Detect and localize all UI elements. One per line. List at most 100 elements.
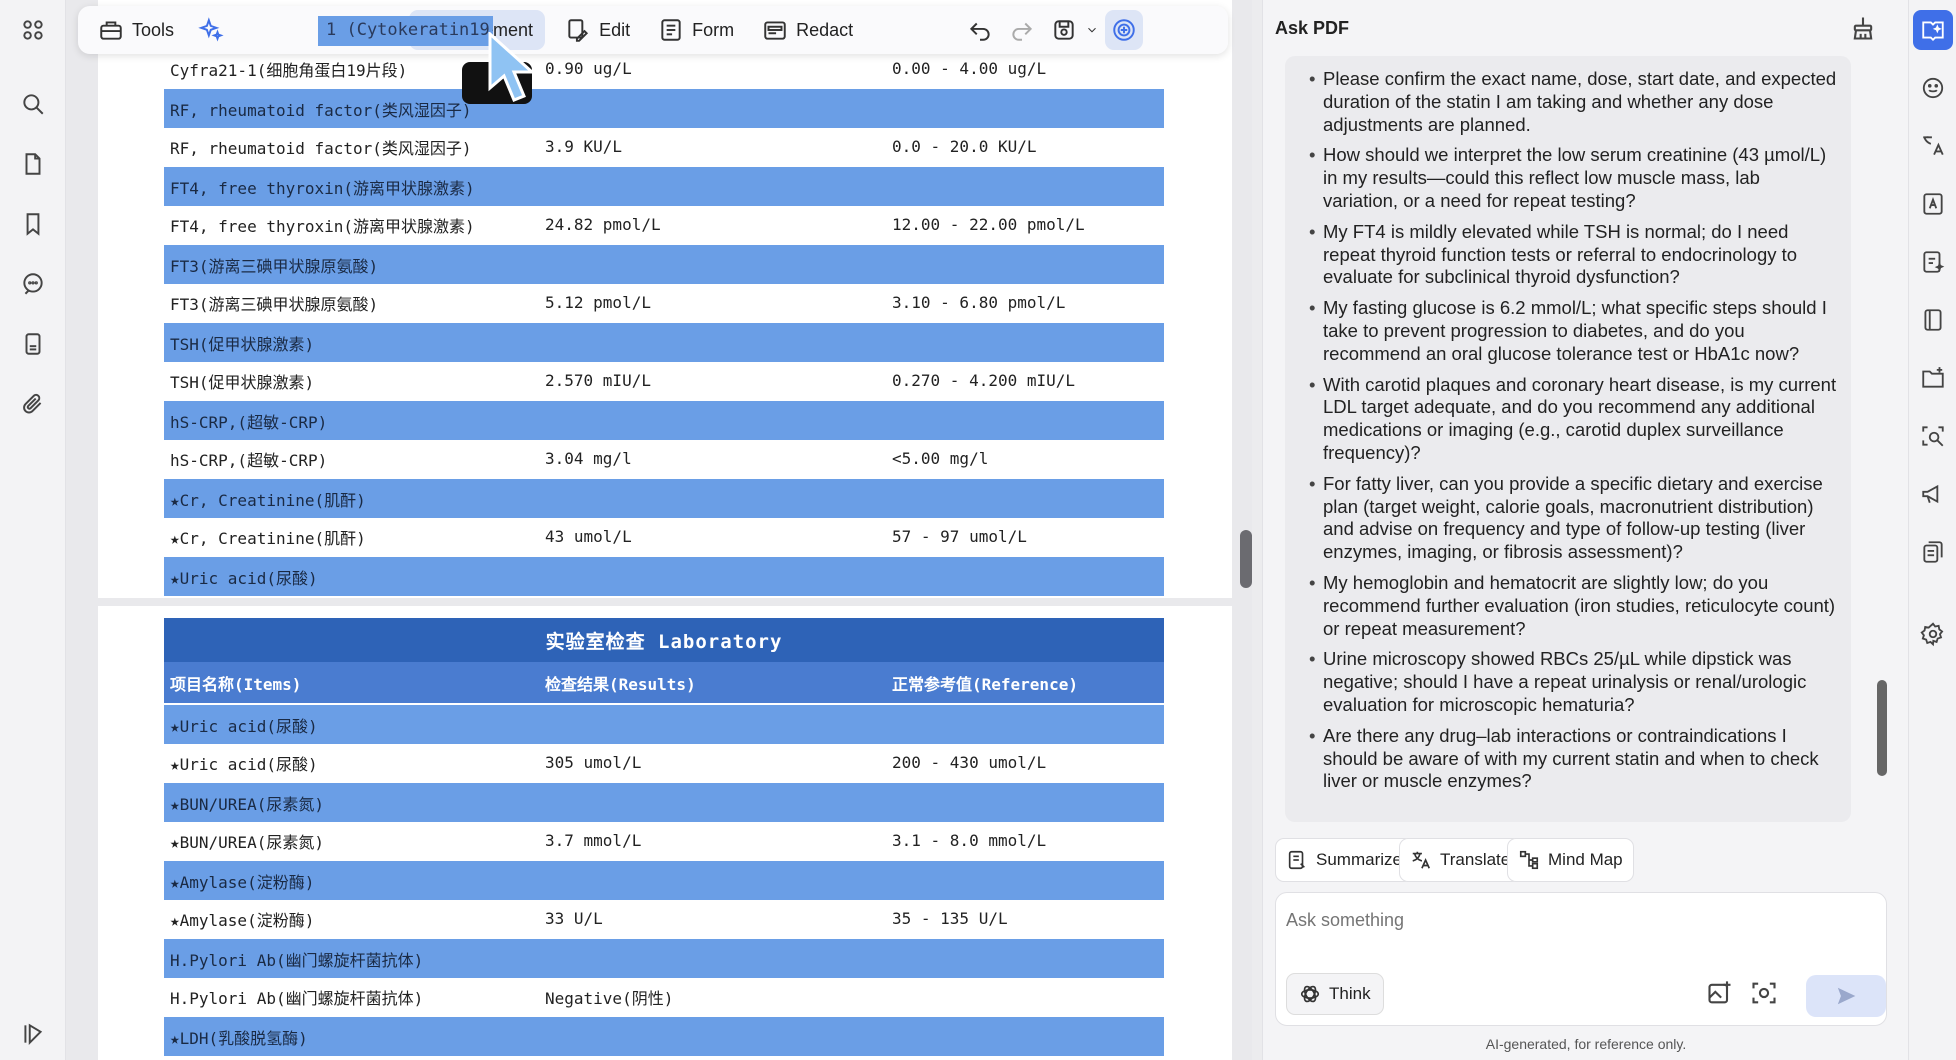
- megaphone-icon: [1922, 484, 1939, 504]
- sparkle-icon: [198, 17, 224, 42]
- table-header-row: 项目名称(Items) 检查结果(Results) 正常参考值(Referenc…: [164, 662, 1164, 704]
- redact-icon: [764, 21, 786, 40]
- test-name: ★Uric acid(尿酸): [164, 744, 539, 782]
- bookmark-icon[interactable]: [13, 204, 53, 244]
- document-stamp-icon[interactable]: [13, 324, 53, 364]
- undo-icon: [970, 22, 990, 41]
- test-name: ★BUN/UREA(尿素氮): [164, 822, 539, 860]
- page-thumbnail-icon[interactable]: [13, 144, 53, 184]
- save-button[interactable]: [1047, 10, 1103, 50]
- test-group-name: FT4, free thyroxin(游离甲状腺激素): [164, 165, 1164, 206]
- undo-button[interactable]: [959, 10, 1001, 50]
- apps-grid-icon[interactable]: [13, 10, 53, 50]
- edit-icon: [568, 19, 589, 42]
- test-name: RF, rheumatoid factor(类风湿因子): [164, 128, 539, 166]
- test-reference-range: [886, 978, 1164, 1016]
- redact-button[interactable]: Redact: [750, 10, 865, 50]
- sidebar-toggle-icon[interactable]: [13, 1014, 53, 1054]
- redo-button[interactable]: [1001, 10, 1043, 50]
- list-item: With carotid plaques and coronary heart …: [1309, 374, 1837, 465]
- test-reference-range: 0.0 - 20.0 KU/L: [886, 128, 1164, 166]
- send-icon: [1837, 987, 1856, 1005]
- think-toggle[interactable]: Think: [1286, 973, 1384, 1015]
- document-sparkle-icon: [1923, 251, 1945, 273]
- form-button[interactable]: Form: [646, 10, 746, 50]
- folder-add-icon: [1922, 367, 1944, 388]
- redact-label: Redact: [796, 19, 854, 40]
- ai-persona-button[interactable]: [1913, 68, 1953, 108]
- test-result: 24.82 pmol/L: [539, 206, 886, 244]
- test-reference-range: 200 - 430 umol/L: [886, 744, 1164, 782]
- scan-search-button[interactable]: [1913, 416, 1953, 456]
- document-viewer[interactable]: Cyfra21-1(细胞角蛋白19片段) 0.90 ug/L 0.00 - 4.00…: [66, 0, 1252, 1060]
- table-row: ★Amylase(淀粉酶) 33 U/L 35 - 135 U/L: [164, 900, 1164, 938]
- settings-button[interactable]: [1913, 614, 1953, 654]
- search-icon[interactable]: [13, 84, 53, 124]
- book-icon: [1924, 309, 1942, 331]
- present-button[interactable]: [1913, 474, 1953, 514]
- form-label: Form: [692, 19, 735, 40]
- summarize-label: Summarize: [1316, 850, 1402, 869]
- test-group-name: H.Pylori Ab(幽门螺旋杆菌抗体): [164, 937, 1164, 978]
- test-group-name: FT3(游离三碘甲状腺原氨酸): [164, 243, 1164, 284]
- clear-chat-button[interactable]: [1849, 14, 1885, 50]
- summarize-button[interactable]: Summarize: [1275, 838, 1413, 882]
- document-scrollbar[interactable]: [1240, 530, 1252, 588]
- compare-button[interactable]: [1913, 532, 1953, 572]
- chat-scrollbar[interactable]: [1877, 680, 1887, 776]
- reader-mode-button[interactable]: [1913, 300, 1953, 340]
- screenshot-button[interactable]: [1750, 979, 1782, 1011]
- lab-results-table: 实验室检查 Laboratory 项目名称(Items) 检查结果(Result…: [164, 618, 1164, 1056]
- test-name: hS-CRP,(超敏-CRP): [164, 440, 539, 478]
- test-group-name: RF, rheumatoid factor(类风湿因子): [164, 87, 1164, 128]
- comment-list-icon[interactable]: [13, 264, 53, 304]
- ai-summary-button[interactable]: [1913, 242, 1953, 282]
- edit-button[interactable]: Edit: [553, 10, 642, 50]
- organize-files-button[interactable]: [1913, 358, 1953, 398]
- mind-map-button[interactable]: Mind Map: [1507, 838, 1634, 882]
- ai-assistant-button[interactable]: [1105, 10, 1144, 50]
- gear-icon: [1920, 622, 1944, 647]
- ocr-button[interactable]: [1913, 184, 1953, 224]
- column-header-items: 项目名称(Items): [164, 662, 539, 704]
- table-row: ★Uric acid(尿酸) 305 umol/L 200 - 430 umol/L: [164, 744, 1164, 782]
- list-item: Are there any drug–lab interactions or c…: [1309, 725, 1837, 793]
- ai-sparkle-button[interactable]: [186, 10, 236, 50]
- text-recognition-icon: [1923, 193, 1943, 215]
- pdf-page: Cyfra21-1(细胞角蛋白19片段) 0.90 ug/L 0.00 - 4.00…: [98, 0, 1232, 598]
- test-group-row: FT4, free thyroxin(游离甲状腺激素): [164, 165, 1164, 206]
- table-row: Cyfra21-1(细胞角蛋白19片段) 0.90 ug/L 0.00 - 4.00…: [164, 50, 1164, 88]
- ai-chat-tab[interactable]: [1913, 10, 1953, 50]
- table-row: ★Cr, Creatinine(肌酐) 43 umol/L 57 - 97 umol…: [164, 518, 1164, 556]
- test-group-name: ★Amylase(淀粉酶): [164, 859, 1164, 900]
- suggested-questions-list: Please confirm the exact name, dose, sta…: [1285, 56, 1851, 793]
- main-toolbar: Tools 1 (Cytokeratin19-fra Comment Edit …: [78, 6, 1228, 54]
- test-group-name: ★Uric acid(尿酸): [164, 703, 1164, 744]
- translate-tool-button[interactable]: [1913, 126, 1953, 166]
- table-row: TSH(促甲状腺激素) 2.570 mIU/L 0.270 - 4.200 mIU/…: [164, 362, 1164, 400]
- test-name: TSH(促甲状腺激素): [164, 362, 539, 400]
- test-name: FT3(游离三碘甲状腺原氨酸): [164, 284, 539, 322]
- column-header-reference: 正常参考值(Reference): [886, 662, 1164, 704]
- search-highlight-text: 1 (Cytokeratin19-fra: [318, 16, 493, 46]
- chevron-down-icon: [1088, 27, 1097, 33]
- ask-input[interactable]: [1286, 905, 1866, 935]
- compare-documents-icon: [1923, 541, 1943, 563]
- attachment-icon[interactable]: [13, 384, 53, 424]
- summarize-icon: [1288, 850, 1305, 870]
- tools-label: Tools: [132, 19, 175, 40]
- insert-image-button[interactable]: [1706, 979, 1738, 1011]
- toolbox-icon: [100, 21, 122, 40]
- test-group-name: ★BUN/UREA(尿素氮): [164, 781, 1164, 822]
- think-label: Think: [1329, 984, 1371, 1003]
- table-row: RF, rheumatoid factor(类风湿因子) 3.9 KU/L 0.0 …: [164, 128, 1164, 166]
- brain-icon: [1300, 985, 1320, 1003]
- test-reference-range: 0.270 - 4.200 mIU/L: [886, 362, 1164, 400]
- ai-response-message: Please confirm the exact name, dose, sta…: [1285, 56, 1851, 822]
- test-group-row: ★Uric acid(尿酸): [164, 555, 1164, 596]
- column-header-results: 检查结果(Results): [539, 662, 886, 704]
- send-button[interactable]: [1806, 975, 1886, 1017]
- tools-button[interactable]: Tools: [86, 10, 186, 50]
- mouse-cursor-icon: [488, 32, 536, 102]
- translate-button[interactable]: Translate: [1399, 838, 1522, 882]
